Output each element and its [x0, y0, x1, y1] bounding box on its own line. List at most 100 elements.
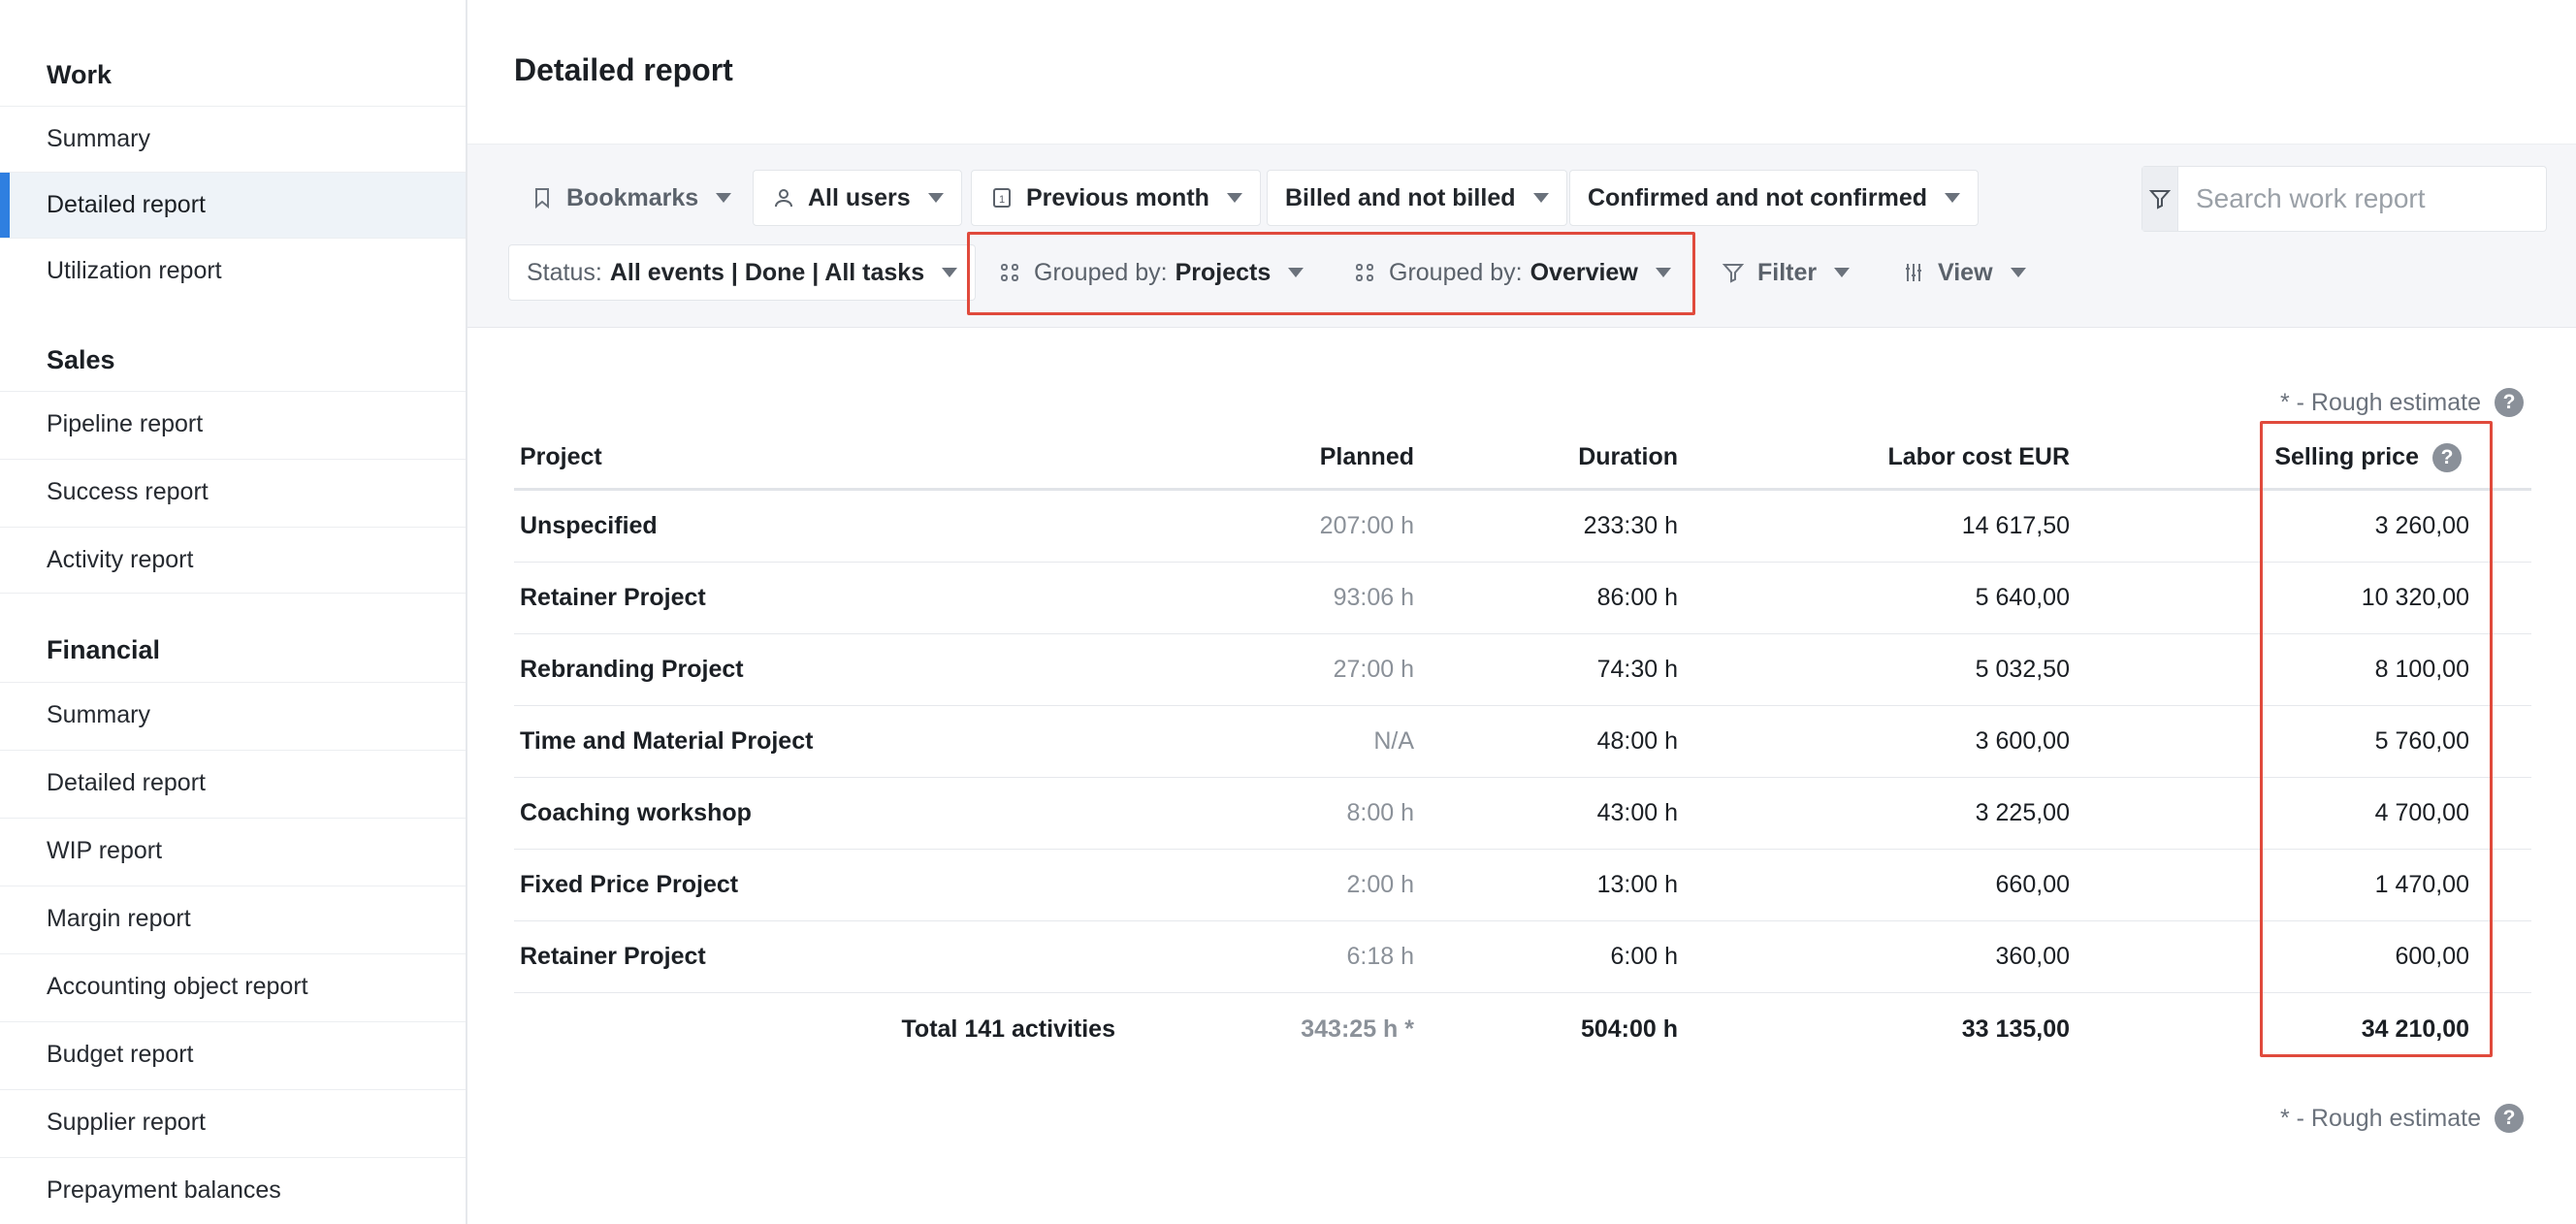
sidebar-item-work-detailed-report[interactable]: Detailed report: [0, 172, 466, 238]
table-row[interactable]: Fixed Price Project 2:00 h 13:00 h 660,0…: [514, 850, 2531, 921]
table-row[interactable]: Coaching workshop 8:00 h 43:00 h 3 225,0…: [514, 778, 2531, 850]
sidebar-item-label: Summary: [47, 701, 150, 728]
labor-cost-cell: 3 225,00: [1975, 799, 2070, 826]
sidebar-item-label: Accounting object report: [47, 973, 308, 1000]
group-by-projects-dropdown[interactable]: Grouped by: Projects: [980, 244, 1321, 301]
sidebar-item-supplier-report[interactable]: Supplier report: [0, 1089, 466, 1155]
help-icon[interactable]: ?: [2432, 442, 2462, 472]
duration-cell: 13:00 h: [1596, 871, 1678, 898]
billed-dropdown[interactable]: Billed and not billed: [1267, 170, 1567, 226]
planned-cell: 6:18 h: [1346, 943, 1414, 970]
sidebar-item-label: Budget report: [47, 1041, 194, 1068]
search-box: [2141, 166, 2547, 232]
group-icon: [997, 260, 1022, 285]
funnel-icon: [1721, 260, 1746, 285]
sidebar-item-label: WIP report: [47, 837, 163, 864]
confirmed-dropdown[interactable]: Confirmed and not confirmed: [1569, 170, 1979, 226]
sidebar-item-wip-report[interactable]: WIP report: [0, 818, 466, 884]
sidebar-item-label: Prepayment balances: [47, 1176, 281, 1204]
chevron-down-icon: [1226, 193, 1242, 203]
selling-price-cell: 1 470,00: [2374, 871, 2469, 898]
table-row[interactable]: Retainer Project 6:18 h 6:00 h 360,00 60…: [514, 921, 2531, 993]
duration-cell: 43:00 h: [1596, 799, 1678, 826]
rough-estimate-note: * - Rough estimate ?: [2280, 388, 2524, 417]
table-total-row: Total 141 activities 343:25 h * 504:00 h…: [514, 993, 2531, 1065]
period-dropdown[interactable]: 1 Previous month: [971, 170, 1261, 226]
group-icon: [1352, 260, 1377, 285]
help-icon[interactable]: ?: [2495, 1104, 2524, 1133]
table-row[interactable]: Time and Material Project N/A 48:00 h 3 …: [514, 706, 2531, 778]
group-prefix: Grouped by:: [1389, 258, 1523, 286]
sidebar-item-label: Utilization report: [47, 257, 222, 284]
help-icon[interactable]: ?: [2495, 388, 2524, 417]
column-header-planned[interactable]: Planned: [1320, 427, 1414, 488]
sidebar-item-activity-report[interactable]: Activity report: [0, 527, 466, 593]
chevron-down-icon: [1288, 268, 1304, 277]
sidebar-item-label: Activity report: [47, 546, 194, 573]
column-header-selling-price[interactable]: Selling price ?: [2274, 427, 2462, 488]
group-prefix: Grouped by:: [1034, 258, 1168, 286]
users-label: All users: [808, 183, 911, 211]
sidebar-item-work-summary[interactable]: Summary: [0, 106, 466, 172]
column-header-project[interactable]: Project: [520, 427, 602, 488]
total-label: Total 141 activities: [901, 1015, 1115, 1043]
planned-cell: 207:00 h: [1319, 512, 1414, 539]
selling-price-cell: 10 320,00: [2361, 584, 2469, 611]
chevron-down-icon: [927, 193, 944, 203]
planned-cell: 27:00 h: [1333, 656, 1414, 683]
rough-estimate-text: * - Rough estimate: [2279, 388, 2481, 416]
sidebar-item-budget-report[interactable]: Budget report: [0, 1021, 466, 1087]
sliders-icon: [1901, 260, 1926, 285]
bookmarks-label: Bookmarks: [566, 183, 699, 211]
chevron-down-icon: [1945, 193, 1960, 203]
sidebar-item-prepayment-balances[interactable]: Prepayment balances: [0, 1157, 466, 1223]
labor-cost-cell: 660,00: [1995, 871, 2070, 898]
duration-cell: 74:30 h: [1596, 656, 1678, 683]
chevron-down-icon: [716, 193, 732, 203]
sidebar: Work Summary Detailed report Utilization…: [0, 0, 467, 1224]
group-value: Overview: [1530, 258, 1638, 286]
sidebar-item-label: Summary: [47, 125, 150, 152]
sidebar-item-margin-report[interactable]: Margin report: [0, 886, 466, 951]
status-value: All events | Done | All tasks: [609, 258, 925, 286]
labor-cost-cell: 14 617,50: [1961, 512, 2070, 539]
bookmark-icon: [530, 185, 555, 210]
duration-cell: 86:00 h: [1596, 584, 1678, 611]
planned-cell: 2:00 h: [1346, 871, 1414, 898]
status-dropdown[interactable]: Status: All events | Done | All tasks: [508, 244, 977, 301]
users-dropdown[interactable]: All users: [753, 170, 962, 226]
filter-label: Filter: [1757, 258, 1818, 286]
column-header-labor-cost[interactable]: Labor cost EUR: [1887, 427, 2070, 488]
sidebar-item-utilization-report[interactable]: Utilization report: [0, 238, 466, 304]
sidebar-item-label: Detailed report: [47, 769, 206, 796]
user-icon: [771, 185, 796, 210]
sidebar-item-accounting-object-report[interactable]: Accounting object report: [0, 953, 466, 1019]
table-row[interactable]: Rebranding Project 27:00 h 74:30 h 5 032…: [514, 634, 2531, 706]
search-filter-button[interactable]: [2142, 167, 2178, 231]
bookmarks-dropdown[interactable]: Bookmarks: [512, 170, 749, 226]
table-row[interactable]: Unspecified 207:00 h 233:30 h 14 617,50 …: [514, 491, 2531, 563]
column-header-duration[interactable]: Duration: [1578, 427, 1678, 488]
filter-dropdown[interactable]: Filter: [1703, 244, 1867, 301]
view-dropdown[interactable]: View: [1884, 244, 2044, 301]
sidebar-item-financial-summary[interactable]: Summary: [0, 682, 466, 748]
project-name: Time and Material Project: [520, 727, 814, 755]
search-input[interactable]: [2178, 167, 2546, 231]
total-selling-price: 34 210,00: [2361, 1015, 2469, 1043]
selling-price-cell: 8 100,00: [2374, 656, 2469, 683]
labor-cost-cell: 360,00: [1995, 943, 2070, 970]
selling-price-cell: 3 260,00: [2374, 512, 2469, 539]
chevron-down-icon: [1655, 268, 1671, 277]
sidebar-item-success-report[interactable]: Success report: [0, 459, 466, 525]
total-labor-cost: 33 135,00: [1961, 1015, 2070, 1043]
rough-estimate-note-bottom: * - Rough estimate ?: [2280, 1104, 2524, 1133]
table-row[interactable]: Retainer Project 93:06 h 86:00 h 5 640,0…: [514, 563, 2531, 634]
planned-cell: 8:00 h: [1346, 799, 1414, 826]
selling-price-cell: 600,00: [2395, 943, 2469, 970]
section-title-financial: Financial: [47, 635, 161, 664]
sidebar-item-pipeline-report[interactable]: Pipeline report: [0, 391, 466, 457]
selling-price-cell: 4 700,00: [2374, 799, 2469, 826]
chevron-down-icon: [2010, 268, 2026, 277]
sidebar-item-financial-detailed-report[interactable]: Detailed report: [0, 750, 466, 816]
group-by-overview-dropdown[interactable]: Grouped by: Overview: [1335, 244, 1689, 301]
